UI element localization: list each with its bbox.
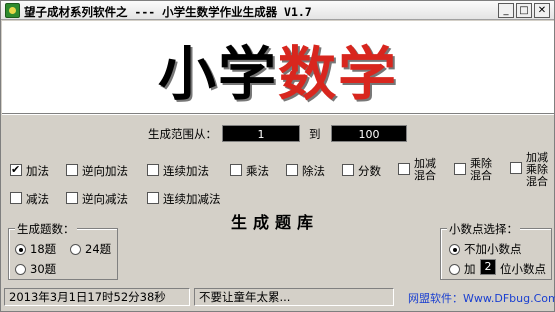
radio-no-decimal[interactable]: 不加小数点 bbox=[449, 241, 522, 257]
radio-18[interactable]: 18题 bbox=[15, 241, 56, 257]
app-window: 望子成材系列软件之 --- 小学生数学作业生成器 V1.7 _ □ ✕ 小学数学… bbox=[0, 0, 555, 312]
checkbox-box[interactable] bbox=[147, 192, 159, 204]
checkbox-label-stack: 加减 乘除 混合 bbox=[526, 152, 548, 188]
checkbox-reverse-subtraction[interactable]: 逆向减法 bbox=[66, 191, 128, 207]
checkbox-box[interactable] bbox=[147, 164, 159, 176]
maximize-button[interactable]: □ bbox=[516, 3, 532, 18]
checkbox-label: 加法 bbox=[26, 164, 49, 178]
radio-label: 24题 bbox=[85, 242, 112, 256]
checkbox-fraction[interactable]: 分数 bbox=[342, 163, 381, 179]
close-button[interactable]: ✕ bbox=[534, 3, 550, 18]
checkbox-label: 逆向加法 bbox=[82, 164, 128, 178]
checkbox-all-mixed[interactable]: 加减 乘除 混合 bbox=[510, 152, 548, 188]
checkbox-label-stack: 乘除 混合 bbox=[470, 158, 492, 182]
range-to-label: 到 bbox=[309, 127, 321, 141]
checkbox-label: 减法 bbox=[26, 192, 49, 206]
radio-dot[interactable] bbox=[15, 263, 26, 275]
count-group-title: 生成题数： bbox=[15, 221, 77, 237]
banner: 小学数学 bbox=[2, 21, 554, 113]
decimal-group-title: 小数点选择： bbox=[447, 221, 520, 237]
checkbox-label-line2: 混合 bbox=[470, 169, 492, 182]
minimize-button[interactable]: _ bbox=[498, 3, 514, 18]
checkbox-label: 连续加减法 bbox=[163, 192, 221, 206]
checkbox-label: 逆向减法 bbox=[82, 192, 128, 206]
checkbox-box[interactable] bbox=[10, 192, 22, 204]
decimal-suffix-label: 位小数点 bbox=[500, 262, 546, 276]
checkbox-continuous-addition[interactable]: 连续加法 bbox=[147, 163, 209, 179]
checkbox-reverse-addition[interactable]: 逆向加法 bbox=[66, 163, 128, 179]
checkbox-mul-div-mixed[interactable]: 乘除 混合 bbox=[454, 158, 492, 182]
radio-add-decimal[interactable]: 加 bbox=[449, 261, 476, 277]
checkbox-subtraction[interactable]: 减法 bbox=[10, 191, 49, 207]
decimal-digits-input[interactable]: 2 bbox=[480, 259, 496, 275]
checkbox-multiplication[interactable]: 乘法 bbox=[230, 163, 269, 179]
checkbox-box[interactable] bbox=[454, 163, 466, 175]
radio-label-prefix: 加 bbox=[464, 262, 476, 276]
radio-label: 18题 bbox=[30, 242, 57, 256]
checkbox-box[interactable] bbox=[286, 164, 298, 176]
checkbox-label: 除法 bbox=[302, 164, 325, 178]
status-message: 不要让童年太累... bbox=[194, 288, 394, 306]
checkbox-box[interactable] bbox=[66, 164, 78, 176]
status-bar: 2013年3月1日17时52分38秒 不要让童年太累... 网盟软件：Www.D… bbox=[2, 286, 555, 311]
range-from-input[interactable]: 1 bbox=[222, 125, 300, 142]
radio-dot[interactable] bbox=[449, 243, 460, 255]
checkbox-division[interactable]: 除法 bbox=[286, 163, 325, 179]
checkbox-box[interactable] bbox=[398, 163, 410, 175]
radio-label: 不加小数点 bbox=[464, 242, 522, 256]
checkbox-add-sub-mixed[interactable]: 加减 混合 bbox=[398, 158, 436, 182]
checkbox-continuous-add-sub[interactable]: 连续加减法 bbox=[147, 191, 221, 207]
radio-24[interactable]: 24题 bbox=[70, 241, 111, 257]
checkbox-label-line2: 混合 bbox=[414, 169, 436, 182]
checkbox-label: 连续加法 bbox=[163, 164, 209, 178]
divider bbox=[2, 113, 554, 115]
checkbox-label-line3: 混合 bbox=[526, 175, 548, 188]
website-link[interactable]: 网盟软件：Www.DFbug.Com bbox=[408, 290, 555, 306]
radio-label: 30题 bbox=[30, 262, 57, 276]
radio-dot[interactable] bbox=[449, 263, 460, 275]
range-label: 生成范围从： bbox=[148, 127, 217, 141]
window-title: 望子成材系列软件之 --- 小学生数学作业生成器 V1.7 bbox=[24, 5, 312, 19]
range-to-input[interactable]: 100 bbox=[331, 125, 407, 142]
checkbox-box[interactable] bbox=[230, 164, 242, 176]
status-datetime: 2013年3月1日17时52分38秒 bbox=[4, 288, 190, 306]
radio-30[interactable]: 30题 bbox=[15, 261, 56, 277]
checkbox-box[interactable] bbox=[10, 163, 22, 176]
banner-title: 小学数学 bbox=[2, 27, 554, 111]
checkbox-label: 乘法 bbox=[246, 164, 269, 178]
radio-dot[interactable] bbox=[70, 243, 81, 255]
banner-text-black: 小学 bbox=[157, 40, 278, 108]
checkbox-box[interactable] bbox=[342, 164, 354, 176]
checkbox-box[interactable] bbox=[510, 162, 522, 174]
banner-text-red: 数学 bbox=[278, 40, 399, 108]
generate-button[interactable]: 生成题库 bbox=[215, 209, 335, 237]
title-bar: 望子成材系列软件之 --- 小学生数学作业生成器 V1.7 _ □ ✕ bbox=[1, 1, 554, 20]
radio-dot[interactable] bbox=[15, 243, 26, 255]
checkbox-addition[interactable]: 加法 bbox=[10, 163, 49, 179]
checkbox-label: 分数 bbox=[358, 164, 381, 178]
app-icon bbox=[5, 3, 20, 18]
checkbox-label-stack: 加减 混合 bbox=[414, 158, 436, 182]
checkbox-box[interactable] bbox=[66, 192, 78, 204]
